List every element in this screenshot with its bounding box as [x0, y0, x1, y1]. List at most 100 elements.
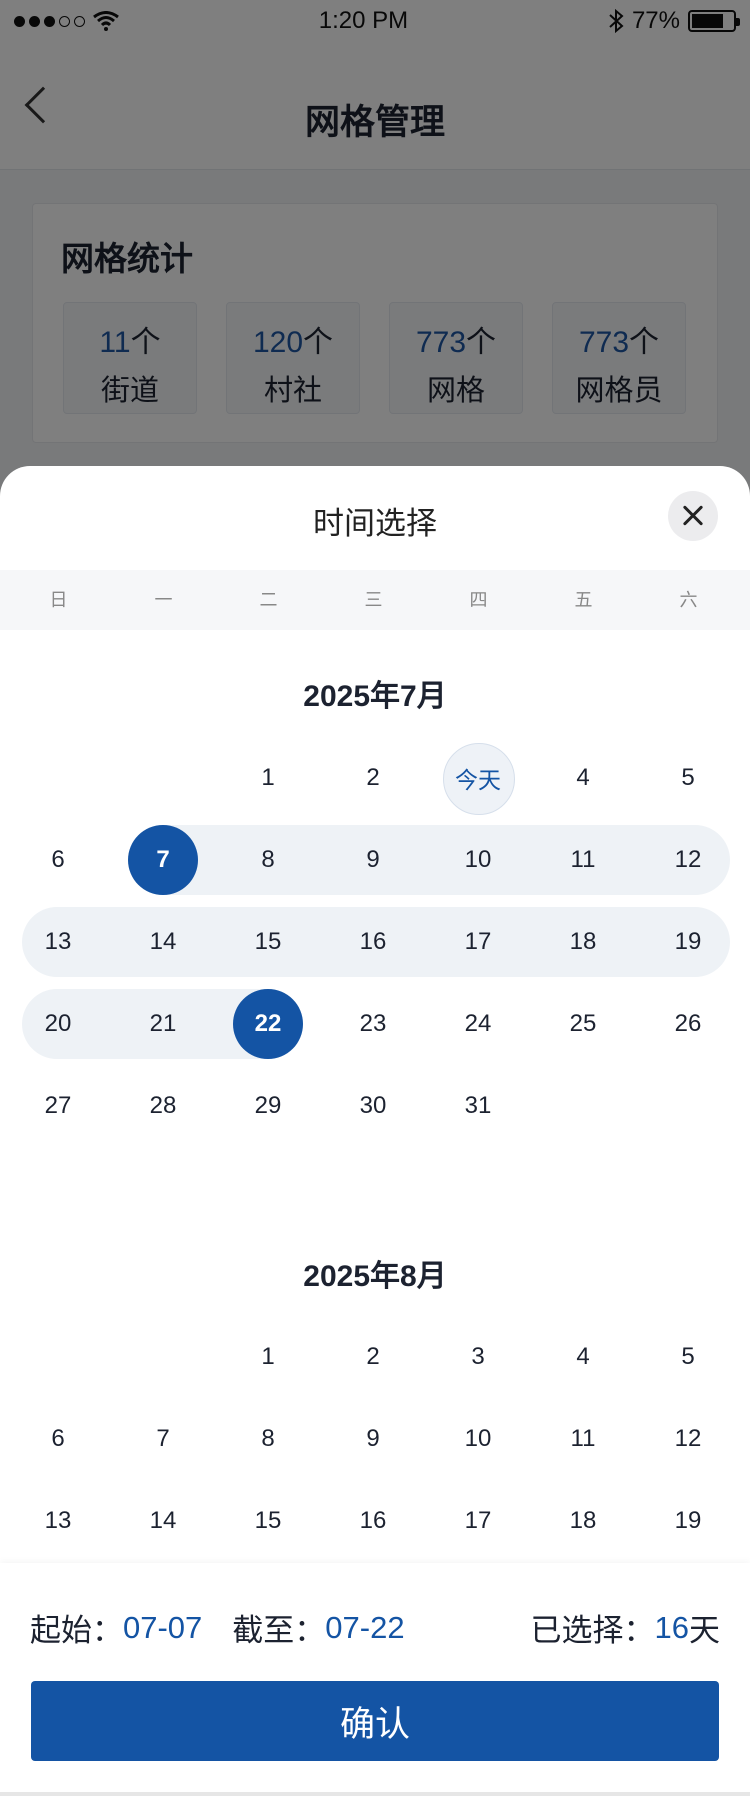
calendar-day-number: 28 [149, 1092, 177, 1119]
weekday-header: 日一二三四五六 [0, 570, 750, 630]
calendar-day[interactable]: 20 [8, 988, 108, 1060]
calendar-day-number: 7 [156, 846, 170, 873]
calendar-day[interactable]: 30 [323, 1070, 423, 1142]
picker-title: 时间选择 [313, 506, 437, 541]
close-icon[interactable] [668, 491, 718, 541]
month-title: 2025年7月 [303, 680, 447, 713]
calendar-day[interactable]: 今天 [428, 742, 528, 815]
calendar-day[interactable]: 9 [323, 824, 423, 896]
calendar-day[interactable]: 16 [323, 1485, 423, 1557]
selected-days-value: 16 [654, 1609, 689, 1645]
calendar-day[interactable]: 14 [113, 906, 213, 978]
calendar-day[interactable]: 10 [428, 824, 528, 896]
calendar-day-number: 10 [464, 846, 492, 873]
calendar-day[interactable]: 18 [533, 1485, 633, 1557]
calendar-day-number: 11 [570, 846, 596, 873]
calendar-day-number: 4 [576, 1343, 590, 1370]
calendar-day-number: 19 [674, 928, 702, 955]
calendar-day[interactable]: 22 [218, 988, 318, 1060]
weekday-label: 二 [259, 590, 278, 610]
calendar-day[interactable]: 9 [323, 1403, 423, 1475]
calendar-day[interactable]: 23 [323, 988, 423, 1060]
calendar-day[interactable]: 31 [428, 1070, 528, 1142]
calendar-day[interactable]: 10 [428, 1403, 528, 1475]
calendar-day-number: 12 [674, 846, 702, 873]
calendar-day[interactable]: 3 [428, 1321, 528, 1393]
calendar-day-number: 6 [51, 1425, 65, 1452]
calendar-day-number: 27 [44, 1092, 72, 1119]
calendar-day-number: 31 [464, 1092, 492, 1119]
calendar-day[interactable]: 15 [218, 906, 318, 978]
calendar-day-number: 9 [366, 1425, 380, 1452]
calendar-day[interactable]: 14 [113, 1485, 213, 1557]
weekday-label: 日 [49, 590, 68, 610]
calendar-day[interactable]: 4 [533, 1321, 633, 1393]
weekday-label: 一 [154, 590, 173, 610]
end-value: 07-22 [325, 1609, 405, 1645]
calendar-day[interactable]: 27 [8, 1070, 108, 1142]
calendar-day[interactable]: 5 [638, 742, 738, 814]
calendar-day[interactable]: 21 [113, 988, 213, 1060]
calendar-day-number: 18 [569, 928, 597, 955]
calendar-day[interactable]: 1 [218, 1321, 318, 1393]
selection-summary: 起始： 07-07 截至： 07-22 已选择： 16 天 [30, 1605, 720, 1650]
calendar-day[interactable]: 18 [533, 906, 633, 978]
calendar-day-number: 2 [366, 764, 380, 791]
calendar-day[interactable]: 7 [113, 1403, 213, 1475]
calendar-day-number: 今天 [455, 767, 501, 793]
calendar-day[interactable]: 19 [638, 906, 738, 978]
calendar-day[interactable]: 11 [533, 1403, 633, 1475]
calendar-day[interactable]: 26 [638, 988, 738, 1060]
picker-footer: 起始： 07-07 截至： 07-22 已选择： 16 天 确认 [0, 1563, 750, 1796]
bottom-divider [0, 1792, 750, 1796]
calendar-day-number: 9 [366, 846, 380, 873]
calendar-day[interactable]: 4 [533, 742, 633, 814]
calendar-day[interactable]: 7 [113, 824, 213, 896]
calendar-day-number: 10 [464, 1425, 492, 1452]
calendar-day[interactable]: 6 [8, 824, 108, 896]
weekday-label: 四 [469, 590, 488, 610]
calendar-day[interactable]: 11 [533, 824, 633, 896]
weekday-label: 三 [364, 590, 383, 610]
calendar-day-number: 15 [254, 1507, 282, 1534]
calendar-day[interactable]: 19 [638, 1485, 738, 1557]
calendar-day-number: 14 [149, 928, 177, 955]
calendar-day[interactable]: 24 [428, 988, 528, 1060]
confirm-button[interactable]: 确认 [31, 1681, 719, 1761]
calendar-day[interactable]: 25 [533, 988, 633, 1060]
calendar-day-number: 13 [44, 1507, 72, 1534]
calendar-day[interactable]: 13 [8, 906, 108, 978]
calendar-day-number: 5 [681, 764, 695, 791]
calendar-day[interactable]: 17 [428, 1485, 528, 1557]
calendar-day-number: 1 [261, 1343, 275, 1370]
calendar-day-number: 5 [681, 1343, 695, 1370]
calendar-day-number: 29 [254, 1092, 282, 1119]
calendar-day[interactable]: 6 [8, 1403, 108, 1475]
calendar-day[interactable]: 2 [323, 742, 423, 814]
calendar-day[interactable]: 5 [638, 1321, 738, 1393]
calendar-day-number: 6 [51, 846, 65, 873]
calendar-day-number: 16 [359, 928, 387, 955]
calendar-day[interactable]: 17 [428, 906, 528, 978]
calendar-day-number: 17 [464, 1507, 492, 1534]
weekday-label: 五 [574, 590, 593, 610]
calendar-day[interactable]: 8 [218, 1403, 318, 1475]
calendar-day-number: 14 [149, 1507, 177, 1534]
calendar-day-number: 17 [464, 928, 492, 955]
calendar-day[interactable]: 12 [638, 824, 738, 896]
calendar-day[interactable]: 15 [218, 1485, 318, 1557]
calendar-day[interactable]: 13 [8, 1485, 108, 1557]
month-title: 2025年8月 [303, 1260, 447, 1293]
calendar-day[interactable]: 29 [218, 1070, 318, 1142]
calendar-day[interactable]: 1 [218, 742, 318, 814]
calendar-day[interactable]: 28 [113, 1070, 213, 1142]
calendar-day-number: 7 [156, 1425, 170, 1452]
calendar-day-number: 15 [254, 928, 282, 955]
calendar-day[interactable]: 2 [323, 1321, 423, 1393]
calendar-day[interactable]: 16 [323, 906, 423, 978]
calendar-day[interactable]: 12 [638, 1403, 738, 1475]
calendar-day-number: 19 [674, 1507, 702, 1534]
start-value: 07-07 [123, 1609, 203, 1645]
calendar-day-number: 8 [261, 1425, 275, 1452]
calendar-day[interactable]: 8 [218, 824, 318, 896]
